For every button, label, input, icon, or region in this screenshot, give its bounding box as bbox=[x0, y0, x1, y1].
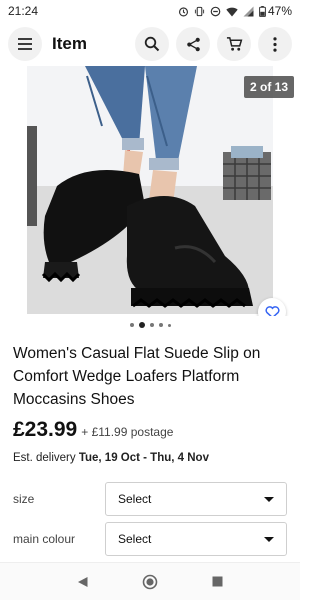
menu-button[interactable] bbox=[8, 27, 42, 61]
delivery-dates: Tue, 19 Oct - Thu, 4 Nov bbox=[78, 452, 209, 464]
top-app-bar: Item bbox=[0, 22, 300, 66]
vibrate-icon bbox=[194, 6, 205, 16]
dropdown-arrow-icon bbox=[264, 536, 274, 542]
cart-button[interactable] bbox=[217, 27, 251, 61]
gallery-pagination bbox=[0, 322, 300, 328]
product-photo[interactable] bbox=[27, 66, 273, 314]
back-icon[interactable] bbox=[77, 576, 89, 588]
menu-icon bbox=[18, 38, 32, 50]
select-value: Select bbox=[118, 492, 152, 506]
page-title: Item bbox=[52, 34, 87, 53]
dropdown-arrow-icon bbox=[264, 496, 274, 502]
watchlist-button[interactable] bbox=[258, 298, 286, 316]
heart-icon bbox=[264, 306, 280, 316]
dnd-icon bbox=[210, 6, 221, 16]
delivery-label: Est. delivery bbox=[13, 452, 79, 464]
home-icon[interactable] bbox=[142, 574, 158, 590]
search-button[interactable] bbox=[135, 27, 169, 61]
select-value: Select bbox=[118, 532, 152, 546]
price-row: £23.99 + £11.99 postage bbox=[13, 418, 173, 442]
option-row-size: size Select bbox=[0, 481, 300, 517]
size-select[interactable]: Select bbox=[105, 482, 287, 516]
search-icon bbox=[144, 36, 160, 52]
recents-icon[interactable] bbox=[212, 576, 223, 587]
pagination-dot[interactable] bbox=[167, 323, 171, 327]
status-icons: 47% bbox=[178, 4, 292, 18]
status-bar: 21:24 47% bbox=[0, 0, 300, 22]
more-vert-icon bbox=[273, 36, 277, 52]
product-title: Women's Casual Flat Suede Slip on Comfor… bbox=[13, 345, 261, 408]
main-colour-select[interactable]: Select bbox=[105, 522, 287, 556]
postage-cost: + £11.99 postage bbox=[81, 425, 174, 439]
pagination-dot[interactable] bbox=[129, 323, 134, 327]
signal-icon bbox=[243, 6, 254, 16]
status-time: 21:24 bbox=[8, 4, 39, 18]
battery-indicator: 47% bbox=[259, 4, 292, 18]
share-icon bbox=[186, 37, 200, 51]
wifi-icon bbox=[226, 7, 238, 16]
option-label: main colour bbox=[13, 532, 76, 546]
estimated-delivery: Est. delivery Tue, 19 Oct - Thu, 4 Nov bbox=[13, 452, 209, 464]
share-button[interactable] bbox=[176, 27, 210, 61]
pagination-dot[interactable] bbox=[149, 323, 154, 327]
cart-icon bbox=[226, 37, 242, 51]
product-price: £23.99 bbox=[13, 418, 78, 441]
battery-level: 47% bbox=[267, 4, 292, 18]
more-options-button[interactable] bbox=[258, 27, 292, 61]
pagination-dot-active[interactable] bbox=[138, 322, 145, 328]
option-row-main-colour: main colour Select bbox=[0, 521, 300, 557]
system-nav-bar bbox=[0, 562, 300, 600]
battery-icon bbox=[259, 5, 266, 17]
image-gallery[interactable]: 2 of 13 bbox=[0, 66, 300, 316]
alarm-icon bbox=[178, 6, 189, 16]
image-counter: 2 of 13 bbox=[243, 76, 294, 98]
option-label: size bbox=[13, 492, 35, 506]
pagination-dot[interactable] bbox=[158, 323, 163, 327]
